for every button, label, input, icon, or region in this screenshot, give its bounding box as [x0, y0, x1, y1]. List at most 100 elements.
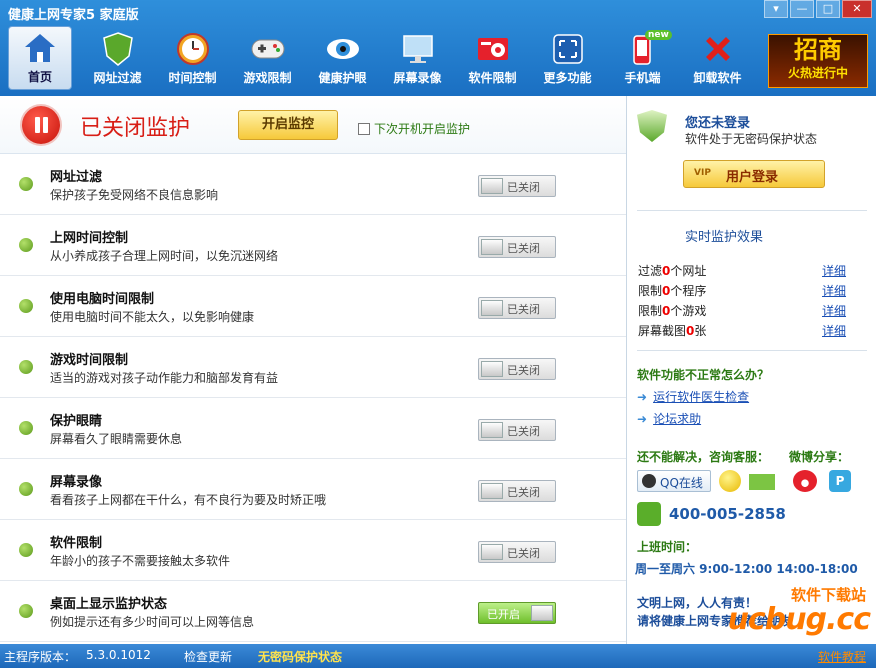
tab-eye-care[interactable]: 健康护眼 — [305, 26, 380, 90]
divider — [637, 210, 867, 211]
feature-title: 游戏时间限制 — [50, 353, 129, 368]
start-monitor-button[interactable]: 开启监控 — [238, 110, 338, 140]
tencent-weibo-icon[interactable]: P — [829, 470, 851, 492]
customer-service-title: 还不能解决，咨询客服： — [637, 450, 770, 464]
forum-help-link[interactable]: ➜ 论坛求助 — [637, 410, 701, 427]
weibo-icon[interactable] — [793, 470, 817, 492]
tutorial-link[interactable]: 软件教程 — [818, 648, 866, 665]
feature-toggle[interactable]: 已关闭 — [478, 419, 556, 441]
shield-icon — [637, 110, 667, 142]
feature-row-software-limit: 软件限制 年龄小的孩子不需要接触太多软件 已关闭 — [0, 520, 626, 581]
feature-toggle[interactable]: 已关闭 — [478, 358, 556, 380]
user-login-button[interactable]: VIP 用户登录 — [683, 160, 825, 188]
arrow-icon: ➜ — [637, 412, 648, 426]
no-password-status[interactable]: 无密码保护状态 — [258, 648, 342, 665]
arrow-icon: ➜ — [637, 390, 648, 404]
tab-game-limit[interactable]: 游戏限制 — [230, 26, 305, 90]
watermark-logo: 软件下载站 ucbug.cc — [728, 584, 876, 644]
feature-title: 使用电脑时间限制 — [50, 292, 155, 307]
feature-row-eye-care: 保护眼睛 屏幕看久了眼睛需要休息 已关闭 — [0, 398, 626, 459]
detail-link[interactable]: 详细 — [822, 322, 846, 339]
monitor-status: 已关闭监护 — [80, 116, 191, 141]
more-icon — [550, 31, 586, 67]
weibo-share-title: 微博分享： — [789, 450, 850, 464]
tab-label: 软件限制 — [468, 71, 517, 85]
stat-prefix: 限制 — [638, 284, 663, 298]
link-text: 运行软件医生检查 — [653, 390, 750, 404]
stat-suffix: 个程序 — [670, 284, 707, 298]
menu-button[interactable]: ▾ — [764, 0, 788, 18]
uninstall-icon — [700, 31, 736, 67]
toggle-knob — [531, 605, 553, 621]
feature-desc: 屏幕看久了眼睛需要休息 — [50, 432, 183, 446]
stat-suffix: 张 — [694, 324, 707, 338]
autostart-label: 下次开机开启监护 — [374, 122, 471, 136]
feature-row-game-time: 游戏时间限制 适当的游戏对孩子动作能力和脑部发育有益 已关闭 — [0, 337, 626, 398]
detail-link[interactable]: 详细 — [822, 262, 846, 279]
tab-software-limit[interactable]: 软件限制 — [455, 26, 530, 90]
check-update-link[interactable]: 检查更新 — [184, 648, 232, 665]
login-subtitle: 软件处于无密码保护状态 — [685, 132, 818, 146]
tab-label: 首页 — [27, 70, 52, 84]
toggle-label: 已关闭 — [507, 242, 540, 255]
feature-row-url-filter: 网址过滤 保护孩子免受网络不良信息影响 已关闭 — [0, 154, 626, 215]
toggle-knob — [481, 544, 503, 560]
minimize-button[interactable]: — — [790, 0, 814, 18]
header: 健康上网专家5 家庭版 ▾ — □ ✕ 首页 网址过滤 时间控制 游戏限制 健康… — [0, 0, 876, 96]
feature-desc: 保护孩子免受网络不良信息影响 — [50, 188, 219, 202]
mail-icon[interactable] — [749, 474, 775, 490]
feature-desc: 看看孩子上网都在干什么，有不良行为要及时矫正哦 — [50, 493, 327, 507]
maximize-button[interactable]: □ — [816, 0, 840, 18]
close-button[interactable]: ✕ — [842, 0, 872, 18]
detail-link[interactable]: 详细 — [822, 282, 846, 299]
promo-subtitle: 火热进行中 — [787, 66, 848, 80]
phone-number: 400-005-2858 — [669, 505, 786, 523]
run-doctor-link[interactable]: ➜ 运行软件医生检查 — [637, 388, 749, 405]
help-title: 软件功能不正常怎么办？ — [637, 368, 770, 382]
phone-icon — [637, 502, 661, 526]
feature-toggle[interactable]: 已关闭 — [478, 480, 556, 502]
tab-uninstall[interactable]: 卸载软件 — [680, 26, 755, 90]
feature-toggle[interactable]: 已开启 — [478, 602, 556, 624]
tab-url-filter[interactable]: 网址过滤 — [80, 26, 155, 90]
tab-label: 更多功能 — [543, 71, 592, 85]
app-title: 健康上网专家5 家庭版 — [8, 8, 139, 23]
checkbox-box[interactable] — [358, 122, 370, 135]
feature-toggle[interactable]: 已关闭 — [478, 175, 556, 197]
qq-label: QQ在线 — [660, 476, 703, 490]
status-dot-icon — [19, 177, 33, 191]
tab-screen-record[interactable]: 屏幕录像 — [380, 26, 455, 90]
autostart-checkbox[interactable]: 下次开机开启监护 — [358, 120, 470, 137]
stat-prefix: 过滤 — [638, 264, 663, 278]
status-dot-icon — [19, 421, 33, 435]
tab-label: 游戏限制 — [243, 71, 292, 85]
feature-desc: 使用电脑时间不能太久，以免影响健康 — [50, 310, 255, 324]
feature-toggle[interactable]: 已关闭 — [478, 297, 556, 319]
stat-screenshots: 屏幕截图0张 — [638, 322, 706, 339]
divider — [637, 350, 867, 351]
smiley-icon[interactable] — [719, 470, 741, 492]
version-label: 主程序版本： — [4, 650, 77, 664]
promo-banner[interactable]: 招商 火热进行中 — [768, 34, 868, 88]
feature-title: 保护眼睛 — [50, 414, 103, 429]
tab-time-control[interactable]: 时间控制 — [155, 26, 230, 90]
status-dot-icon — [19, 482, 33, 496]
detail-link[interactable]: 详细 — [822, 302, 846, 319]
tab-more-features[interactable]: 更多功能 — [530, 26, 605, 90]
toggle-label: 已关闭 — [507, 486, 540, 499]
feature-desc: 从小养成孩子合理上网时间，以免沉迷网络 — [50, 249, 279, 263]
status-dot-icon — [19, 543, 33, 557]
status-dot-icon — [19, 604, 33, 618]
version-number: 5.3.0.1012 — [86, 648, 151, 662]
tab-label: 卸载软件 — [693, 71, 742, 85]
feature-toggle[interactable]: 已关闭 — [478, 236, 556, 258]
qq-online-button[interactable]: QQ在线 — [637, 470, 711, 492]
work-hours: 周一至周六 9:00-12:00 14:00-18:00 — [635, 562, 858, 576]
shield-icon — [100, 31, 136, 67]
tab-mobile[interactable]: new 手机端 — [605, 26, 680, 90]
tab-home[interactable]: 首页 — [8, 26, 72, 90]
pause-icon — [22, 106, 60, 144]
feature-toggle[interactable]: 已关闭 — [478, 541, 556, 563]
toggle-knob — [481, 300, 503, 316]
status-dot-icon — [19, 360, 33, 374]
